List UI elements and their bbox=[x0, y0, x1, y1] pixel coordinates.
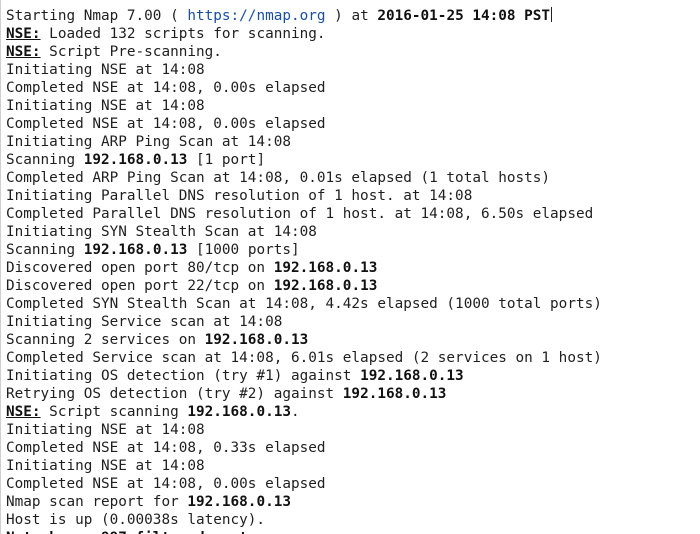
line-text: Scanning bbox=[6, 242, 84, 258]
bold-value: 192.168.0.13 bbox=[342, 386, 447, 402]
terminal-line: Scanning 192.168.0.13 [1 port] bbox=[6, 151, 700, 169]
line-text: Completed NSE at 14:08, 0.00s elapsed bbox=[6, 116, 326, 132]
line-text: [1 port] bbox=[187, 152, 266, 168]
terminal-line: NSE: Script scanning 192.168.0.13. bbox=[6, 403, 700, 421]
line-text: Discovered open port 22/tcp on bbox=[6, 278, 274, 294]
terminal-line: NSE: Loaded 132 scripts for scanning. bbox=[6, 25, 700, 43]
bold-value: 192.168.0.13 bbox=[83, 152, 188, 168]
line-text: Completed ARP Ping Scan at 14:08, 0.01s … bbox=[6, 170, 551, 186]
terminal-line: Initiating NSE at 14:08 bbox=[6, 97, 700, 115]
terminal-line: Completed NSE at 14:08, 0.00s elapsed bbox=[6, 115, 700, 133]
line-text: Initiating SYN Stealth Scan at 14:08 bbox=[6, 224, 317, 240]
terminal-line: Discovered open port 80/tcp on 192.168.0… bbox=[6, 259, 700, 277]
line-text: [1000 ports] bbox=[187, 242, 300, 258]
terminal-line: Nmap scan report for 192.168.0.13 bbox=[6, 493, 700, 511]
terminal-output: Starting Nmap 7.00 ( https://nmap.org ) … bbox=[6, 7, 700, 534]
line-text: Nmap scan report for bbox=[6, 494, 188, 510]
nse-prefix: NSE: bbox=[6, 44, 41, 60]
terminal-line: Host is up (0.00038s latency). bbox=[6, 511, 700, 529]
terminal-line: Initiating NSE at 14:08 bbox=[6, 421, 700, 439]
line-text: Initiating Service scan at 14:08 bbox=[6, 314, 283, 330]
line-text: Retrying OS detection (try #2) against bbox=[6, 386, 343, 402]
bold-value: Not shown: 997 filtered ports bbox=[6, 530, 256, 534]
terminal-line: Initiating OS detection (try #1) against… bbox=[6, 367, 700, 385]
line-text: Initiating ARP Ping Scan at 14:08 bbox=[6, 134, 291, 150]
bold-value: 192.168.0.13 bbox=[273, 260, 378, 276]
bold-value: 2016-01-25 14:08 PST bbox=[377, 8, 551, 24]
nse-prefix: NSE: bbox=[6, 404, 41, 420]
nmap-url-link[interactable]: https://nmap.org bbox=[187, 8, 325, 24]
terminal-line: Not shown: 997 filtered ports bbox=[6, 529, 700, 534]
line-text: . bbox=[291, 404, 300, 420]
terminal-line: Completed Service scan at 14:08, 6.01s e… bbox=[6, 349, 700, 367]
line-text: Initiating NSE at 14:08 bbox=[6, 98, 205, 114]
line-text: Script scanning bbox=[40, 404, 188, 420]
terminal-line: Completed SYN Stealth Scan at 14:08, 4.4… bbox=[6, 295, 700, 313]
line-text: Script Pre-scanning. bbox=[40, 44, 222, 60]
terminal-line: Completed NSE at 14:08, 0.00s elapsed bbox=[6, 475, 700, 493]
line-text: Loaded 132 scripts for scanning. bbox=[40, 26, 326, 42]
bold-value: 192.168.0.13 bbox=[187, 404, 291, 420]
terminal-line: Completed NSE at 14:08, 0.33s elapsed bbox=[6, 439, 700, 457]
line-text: Initiating NSE at 14:08 bbox=[6, 62, 205, 78]
terminal-line: Completed ARP Ping Scan at 14:08, 0.01s … bbox=[6, 169, 700, 187]
terminal-line: Scanning 192.168.0.13 [1000 ports] bbox=[6, 241, 700, 259]
bold-value: 192.168.0.13 bbox=[187, 494, 291, 510]
terminal-line: Initiating Parallel DNS resolution of 1 … bbox=[6, 187, 700, 205]
line-text: ) at bbox=[325, 8, 378, 24]
terminal-line: Starting Nmap 7.00 ( https://nmap.org ) … bbox=[6, 7, 700, 25]
nse-prefix: NSE: bbox=[6, 26, 41, 42]
bold-value: 192.168.0.13 bbox=[273, 278, 378, 294]
line-text: Completed NSE at 14:08, 0.00s elapsed bbox=[6, 80, 326, 96]
terminal-line: Completed Parallel DNS resolution of 1 h… bbox=[6, 205, 700, 223]
terminal-line: Initiating SYN Stealth Scan at 14:08 bbox=[6, 223, 700, 241]
line-text: Completed Service scan at 14:08, 6.01s e… bbox=[6, 350, 602, 366]
line-text: Initiating OS detection (try #1) against bbox=[6, 368, 361, 384]
line-text: Scanning 2 services on bbox=[6, 332, 205, 348]
line-text: Scanning bbox=[6, 152, 84, 168]
terminal-window[interactable]: Starting Nmap 7.00 ( https://nmap.org ) … bbox=[0, 0, 700, 534]
terminal-line: Initiating NSE at 14:08 bbox=[6, 61, 700, 79]
terminal-line: Discovered open port 22/tcp on 192.168.0… bbox=[6, 277, 700, 295]
line-text: Starting Nmap 7.00 ( bbox=[6, 8, 188, 24]
terminal-line: Initiating Service scan at 14:08 bbox=[6, 313, 700, 331]
line-text: Completed SYN Stealth Scan at 14:08, 4.4… bbox=[6, 296, 602, 312]
line-text: Completed Parallel DNS resolution of 1 h… bbox=[6, 206, 594, 222]
line-text: Discovered open port 80/tcp on bbox=[6, 260, 274, 276]
line-text: Initiating NSE at 14:08 bbox=[6, 422, 205, 438]
text-cursor bbox=[551, 7, 553, 22]
terminal-line: Retrying OS detection (try #2) against 1… bbox=[6, 385, 700, 403]
line-text: Initiating Parallel DNS resolution of 1 … bbox=[6, 188, 473, 204]
bold-value: 192.168.0.13 bbox=[204, 332, 309, 348]
line-text: Completed NSE at 14:08, 0.00s elapsed bbox=[6, 476, 326, 492]
line-text: Completed NSE at 14:08, 0.33s elapsed bbox=[6, 440, 326, 456]
terminal-line: Scanning 2 services on 192.168.0.13 bbox=[6, 331, 700, 349]
bold-value: 192.168.0.13 bbox=[83, 242, 188, 258]
terminal-line: Initiating ARP Ping Scan at 14:08 bbox=[6, 133, 700, 151]
line-text: Host is up (0.00038s latency). bbox=[6, 512, 266, 528]
terminal-line: Initiating NSE at 14:08 bbox=[6, 457, 700, 475]
bold-value: 192.168.0.13 bbox=[360, 368, 464, 384]
line-text: Initiating NSE at 14:08 bbox=[6, 458, 205, 474]
terminal-line: Completed NSE at 14:08, 0.00s elapsed bbox=[6, 79, 700, 97]
terminal-line: NSE: Script Pre-scanning. bbox=[6, 43, 700, 61]
